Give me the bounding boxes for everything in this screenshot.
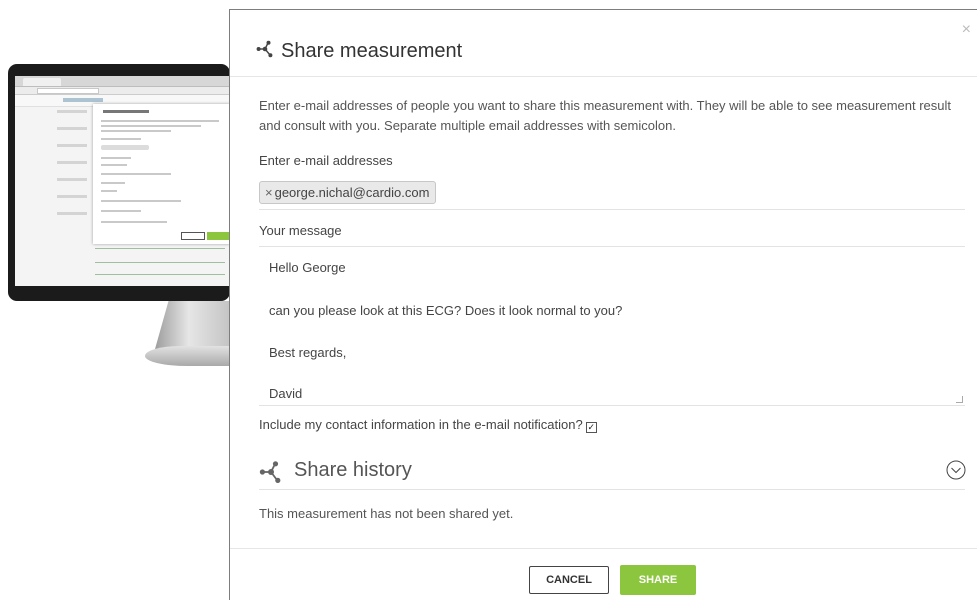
- remove-email-icon[interactable]: ×: [265, 185, 273, 200]
- monitor-stand-base: [145, 346, 230, 366]
- message-line: David: [269, 386, 303, 401]
- message-line: can you please look at this ECG? Does it…: [269, 303, 623, 318]
- mini-browser-bar: [15, 76, 230, 87]
- textarea-resize-handle[interactable]: [956, 396, 963, 403]
- mini-sidebar: [57, 110, 97, 229]
- share-network-icon: [256, 40, 273, 58]
- message-textarea[interactable]: Hello George can you please look at this…: [259, 246, 965, 406]
- share-history-title: Share history: [294, 459, 412, 481]
- share-network-icon: [259, 461, 281, 483]
- dialog-title: Share measurement: [281, 40, 463, 62]
- mini-browser-tab: [23, 78, 61, 86]
- share-history-header[interactable]: Share history: [259, 452, 966, 490]
- monitor-screen: [15, 76, 230, 286]
- mini-ecg-trace: [95, 248, 225, 249]
- mini-share-dialog: [93, 104, 230, 244]
- mini-app-logo: [63, 98, 103, 102]
- dialog-intro-text: Enter e-mail addresses of people you wan…: [259, 98, 951, 133]
- mini-ecg-trace: [95, 262, 225, 263]
- emails-label: Enter e-mail addresses: [259, 153, 393, 168]
- email-chip: × george.nichal@cardio.com: [259, 181, 437, 204]
- chevron-down-circle-icon[interactable]: [946, 460, 966, 480]
- message-line: Hello George: [269, 260, 346, 275]
- monitor-illustration: [0, 0, 240, 599]
- dialog-header: Share measurement ×: [230, 10, 977, 77]
- dialog-footer: CANCEL SHARE: [230, 548, 977, 601]
- message-label: Your message: [259, 223, 342, 238]
- mini-address-bar: [15, 87, 230, 95]
- monitor-stand: [155, 301, 230, 349]
- email-recipients-input[interactable]: × george.nichal@cardio.com: [259, 181, 965, 210]
- email-chip-address: george.nichal@cardio.com: [274, 185, 430, 200]
- contact-info-row: Include my contact information in the e-…: [259, 417, 597, 433]
- contact-info-label: Include my contact information in the e-…: [259, 417, 583, 432]
- mini-ecg-trace: [95, 274, 225, 275]
- share-measurement-dialog: Share measurement × Enter e-mail address…: [229, 9, 977, 600]
- cancel-button[interactable]: CANCEL: [529, 566, 609, 594]
- share-button[interactable]: SHARE: [620, 565, 696, 595]
- message-line: Best regards,: [269, 345, 347, 360]
- contact-info-checkbox[interactable]: ✓: [585, 422, 597, 433]
- share-history-empty-text: This measurement has not been shared yet…: [259, 506, 514, 521]
- mini-url-field: [37, 88, 99, 94]
- close-icon[interactable]: ×: [962, 22, 971, 38]
